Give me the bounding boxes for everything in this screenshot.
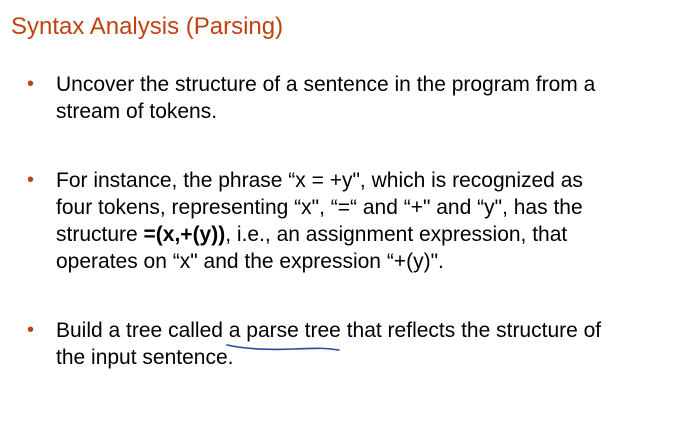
slide: Syntax Analysis (Parsing) • Uncover the … xyxy=(0,0,683,436)
bullet-2-line-4: operates on “x" and the expression “+(y)… xyxy=(56,250,444,273)
bullet-dot-icon: • xyxy=(27,319,35,341)
slide-title: Syntax Analysis (Parsing) xyxy=(11,13,284,40)
bullet-item-2: • For instance, the phrase “x = +y", whi… xyxy=(27,167,667,282)
bullet-2-line-1: For instance, the phrase “x = +y", which… xyxy=(56,169,583,192)
bullet-text-3: Build a tree called a parse tree that re… xyxy=(56,317,676,371)
bullet-text-1: Uncover the structure of a sentence in t… xyxy=(56,71,676,125)
bullet-3-line-1-before: Build a tree called xyxy=(56,319,229,342)
bullet-3-line-1-after: that reflects the structure of xyxy=(340,319,602,342)
bullet-item-1: • Uncover the structure of a sentence in… xyxy=(27,71,667,131)
bullet-1-line-2: stream of tokens. xyxy=(56,100,218,123)
bullet-item-3: • Build a tree called a parse tree that … xyxy=(27,317,667,377)
bullet-2-line-3-before: structure xyxy=(56,223,144,246)
bullet-2-line-3: structure =(x,+(y)), i.e., an assignment… xyxy=(56,221,676,248)
bullet-1-line-1: Uncover the structure of a sentence in t… xyxy=(56,73,596,96)
bullet-2-line-3-after: , i.e., an assignment expression, that xyxy=(225,223,568,246)
structure-expression: =(x,+(y)) xyxy=(143,223,226,246)
bullet-2-line-2: four tokens, representing “x", “=“ and “… xyxy=(56,196,583,219)
bullet-text-2: For instance, the phrase “x = +y", which… xyxy=(56,167,676,275)
handwritten-underline-icon xyxy=(225,344,340,351)
bullet-dot-icon: • xyxy=(27,73,35,95)
parse-tree-term: a parse tree xyxy=(225,317,341,351)
bullet-3-line-2: the input sentence. xyxy=(56,346,234,369)
bullet-3-line-1: Build a tree called a parse tree that re… xyxy=(56,317,676,351)
bullet-dot-icon: • xyxy=(27,169,35,191)
